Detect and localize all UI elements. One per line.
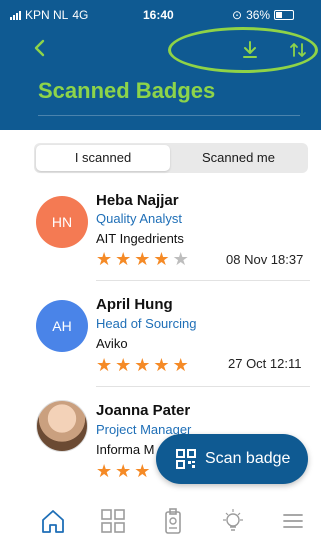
qr-code-icon — [176, 449, 196, 469]
status-time: 16:40 — [143, 8, 174, 22]
avatar — [36, 400, 88, 452]
star-icon: ★ — [153, 355, 170, 375]
contact-role: Quality Analyst — [96, 211, 182, 226]
sort-arrows-icon — [290, 43, 306, 57]
nav-menu[interactable] — [278, 506, 308, 536]
title-divider — [38, 115, 300, 116]
star-icon: ★ — [172, 249, 189, 269]
star-icon: ★ — [172, 355, 189, 375]
star-icon: ★ — [153, 249, 170, 269]
list-item[interactable]: AH April Hung Head of Sourcing Aviko ★ ★… — [34, 294, 310, 374]
nav-qr[interactable] — [98, 506, 128, 536]
menu-icon — [283, 514, 303, 528]
star-icon: ★ — [134, 355, 151, 375]
contact-company: AIT Ingedrients — [96, 231, 184, 246]
status-bar: KPN NL 4G 16:40 ⊙ 36% — [0, 0, 321, 28]
app-header: KPN NL 4G 16:40 ⊙ 36% Scanned Badges — [0, 0, 321, 130]
star-icon: ★ — [134, 461, 151, 481]
contact-role: Head of Sourcing — [96, 316, 197, 331]
star-icon: ★ — [115, 461, 132, 481]
scan-date: 27 Oct 12:11 — [228, 356, 302, 371]
carrier-name: KPN NL — [25, 8, 69, 22]
nav-ideas[interactable] — [218, 506, 248, 536]
divider — [96, 280, 310, 281]
tab-i-scanned[interactable]: I scanned — [36, 145, 170, 171]
sort-button[interactable] — [286, 38, 310, 62]
contact-name: Heba Najjar — [96, 192, 179, 209]
download-icon — [243, 41, 257, 58]
star-icon: ★ — [115, 355, 132, 375]
star-icon: ★ — [96, 355, 113, 375]
bottom-nav — [0, 496, 321, 552]
star-icon: ★ — [96, 249, 113, 269]
divider — [96, 386, 310, 387]
scan-badge-button[interactable]: Scan badge — [156, 434, 308, 484]
network-type: 4G — [72, 8, 89, 22]
star-icon: ★ — [96, 461, 113, 481]
battery-percent: 36% — [246, 8, 271, 22]
star-icon: ★ — [115, 249, 132, 269]
rating-stars: ★ ★ ★ ★ ★ — [96, 250, 189, 268]
back-button[interactable] — [30, 38, 50, 58]
list-item[interactable]: HN Heba Najjar Quality Analyst AIT Inged… — [34, 190, 310, 270]
contact-company: Aviko — [96, 336, 128, 351]
signal-icon — [10, 10, 21, 20]
contact-name: April Hung — [96, 296, 173, 313]
star-icon: ★ — [134, 249, 151, 269]
page-title: Scanned Badges — [38, 78, 216, 103]
scan-direction-tabs: I scanned Scanned me — [34, 143, 308, 173]
contact-name: Joanna Pater — [96, 402, 191, 419]
battery-group: ⊙ 36% — [232, 8, 295, 22]
avatar: AH — [36, 300, 88, 352]
carrier-group: KPN NL 4G — [10, 8, 88, 22]
rating-stars: ★ ★ ★ — [96, 462, 150, 480]
scan-badge-label: Scan badge — [205, 450, 291, 467]
chevron-left-icon — [34, 39, 45, 57]
avatar: HN — [36, 196, 88, 248]
badge-icon — [165, 508, 181, 534]
contact-company: Informa M — [96, 442, 155, 457]
nav-badge[interactable] — [158, 506, 188, 536]
download-button[interactable] — [238, 38, 262, 62]
scan-date: 08 Nov 18:37 — [226, 252, 304, 267]
battery-icon — [274, 10, 295, 20]
nav-home[interactable] — [38, 506, 68, 536]
tab-scanned-me[interactable]: Scanned me — [171, 145, 306, 171]
lightbulb-icon — [223, 509, 243, 531]
home-icon — [42, 510, 64, 533]
qr-grid-icon — [101, 509, 125, 533]
location-icon: ⊙ — [232, 8, 243, 22]
rating-stars: ★ ★ ★ ★ ★ — [96, 356, 189, 374]
